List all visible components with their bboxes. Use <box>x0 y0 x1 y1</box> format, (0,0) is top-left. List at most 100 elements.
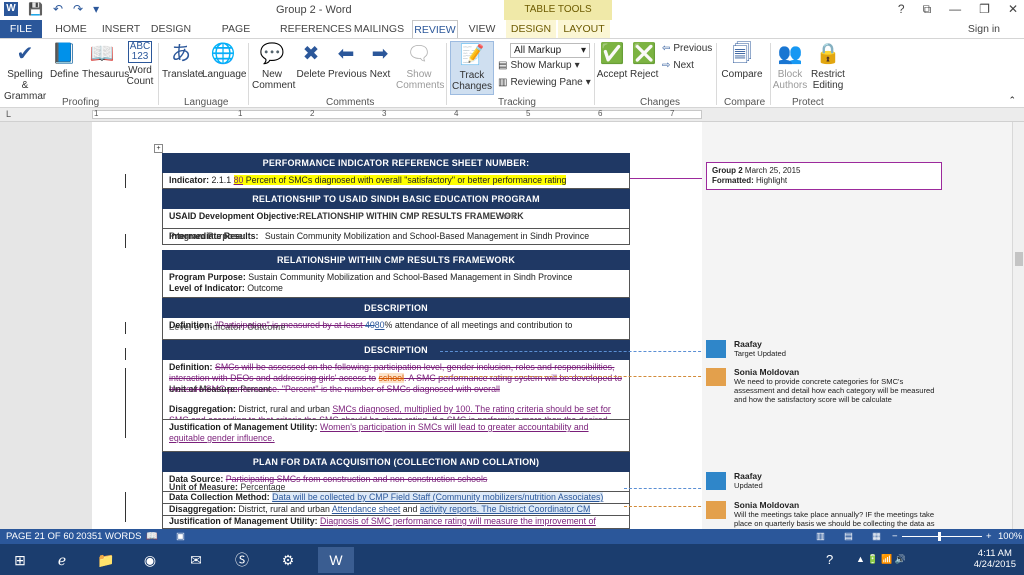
word-app-icon[interactable]: W <box>4 2 18 16</box>
purpose-label: Program Purpose: <box>169 272 246 282</box>
maximize-button[interactable]: ❐ <box>979 2 990 17</box>
usaid-objective-label: USAID Development Objective: <box>169 211 300 221</box>
delete-comment-button[interactable]: ✖ Delete <box>296 41 326 80</box>
tab-references[interactable]: REFERENCES <box>280 20 352 38</box>
file-explorer-icon[interactable]: 📁 <box>88 547 124 573</box>
print-layout-icon[interactable]: ▤ <box>844 531 853 542</box>
row-definition-participation[interactable]: Definition: "Participation" is measured … <box>162 318 630 340</box>
tab-selector-icon[interactable]: L <box>6 109 11 119</box>
unit2-text: Percentage <box>240 482 286 492</box>
display-for-review-select[interactable]: All Markup ▾ <box>510 43 590 58</box>
read-mode-icon[interactable]: ▥ <box>816 531 825 542</box>
page-count[interactable]: PAGE 21 OF 60 <box>6 531 74 542</box>
thesaurus-button[interactable]: 📖 Thesaurus <box>82 41 129 80</box>
table-move-handle-icon[interactable]: + <box>154 144 163 153</box>
accept-button[interactable]: ✅ Accept <box>596 41 628 80</box>
proofing-status-icon[interactable]: 📖 <box>146 531 158 542</box>
previous-change-button[interactable]: ⇦ Previous <box>662 43 712 54</box>
restrict-editing-button[interactable]: 🔒 Restrict Editing <box>810 41 846 91</box>
row-disaggregation[interactable]: Disaggregation: District, rural and urba… <box>162 402 630 420</box>
comment-balloon[interactable]: Sonia Moldovan Will the meetings take pl… <box>706 501 942 528</box>
collapse-ribbon-icon[interactable]: ⌃ <box>1008 95 1016 106</box>
web-layout-icon[interactable]: ▦ <box>872 531 881 542</box>
define-label: Define <box>50 69 79 80</box>
skype-icon[interactable]: Ⓢ <box>224 547 260 573</box>
minimize-button[interactable]: — <box>949 2 961 17</box>
horizontal-ruler[interactable]: L 1 1 2 3 4 5 6 7 <box>0 108 1024 122</box>
help-support-icon[interactable]: ? <box>826 552 833 567</box>
row-justification-2[interactable]: Justification of Management Utility: Dia… <box>162 516 630 529</box>
tab-page-layout[interactable]: PAGE LAYOUT <box>200 20 272 53</box>
reject-label: Reject <box>630 69 659 80</box>
book-icon: 📘 <box>51 43 77 65</box>
row-indicator[interactable]: Indicator: 2.1.1 80 Percent of SMCs diag… <box>162 173 630 189</box>
start-button[interactable]: ⊞ <box>2 547 38 573</box>
language-button[interactable]: 🌐 Language <box>202 41 247 80</box>
row-program-purpose[interactable]: Program Purpose: Sustain Community Mobil… <box>162 270 630 298</box>
row-data-source[interactable]: Data Source: Participating SMCs from con… <box>162 472 630 492</box>
tab-table-layout[interactable]: LAYOUT <box>558 20 610 38</box>
control-panel-icon[interactable]: ⚙ <box>270 547 306 573</box>
word-taskbar-icon[interactable]: W <box>318 547 354 573</box>
sign-in-link[interactable]: Sign in <box>968 23 1000 35</box>
reject-button[interactable]: ❎ Reject <box>630 41 658 80</box>
previous-comment-button[interactable]: ⬅ Previous <box>328 41 367 80</box>
compare-button[interactable]: 🗐 Compare <box>720 41 764 80</box>
tab-table-design[interactable]: DESIGN <box>506 20 556 38</box>
tab-insert[interactable]: INSERT <box>98 20 144 38</box>
zoom-slider[interactable] <box>902 536 982 537</box>
new-comment-button[interactable]: 💬 New Comment <box>252 41 295 91</box>
row-intermediate-results[interactable]: Intermediate Results: Program Purpose: S… <box>162 229 630 245</box>
tab-home[interactable]: HOME <box>48 20 94 38</box>
word-count-button[interactable]: ABC 123 Word Count <box>126 41 154 87</box>
row-usaid-objective[interactable]: USAID Development Objective: RELATIONSHI… <box>162 209 630 229</box>
track-changes-button[interactable]: 📝 Track Changes <box>450 41 494 95</box>
show-comments-button[interactable]: 🗨 Show Comments <box>396 41 444 91</box>
tab-review[interactable]: REVIEW <box>412 20 458 38</box>
ruler-number: 5 <box>526 109 531 118</box>
vertical-scrollbar[interactable] <box>1012 122 1024 529</box>
zoom-level[interactable]: 100% <box>998 531 1022 542</box>
zoom-in-icon[interactable]: + <box>986 531 992 542</box>
ribbon-display-options-button[interactable]: ⧉ <box>923 2 932 17</box>
macro-record-icon[interactable]: ▣ <box>176 531 185 542</box>
spelling-grammar-button[interactable]: ✔ Spelling & Grammar <box>4 41 46 102</box>
group-separator <box>446 43 447 105</box>
row-justification[interactable]: Justification of Management Utility: Wom… <box>162 420 630 452</box>
tray-icons[interactable]: ▲ 🔋 📶 🔊 <box>856 554 906 565</box>
next-change-button[interactable]: ⇨ Next <box>662 60 694 71</box>
reviewing-pane-button[interactable]: ▥ Reviewing Pane ▾ <box>498 77 591 88</box>
row-disaggregation-2[interactable]: Disaggregation: District, rural and urba… <box>162 504 630 516</box>
help-button[interactable]: ? <box>898 2 905 17</box>
row-collection-method[interactable]: Data Collection Method: Data will be col… <box>162 492 630 504</box>
comment-text: Updated <box>734 481 763 490</box>
redo-icon[interactable]: ↷ <box>73 2 83 16</box>
tab-design[interactable]: DESIGN <box>148 20 194 38</box>
document-page[interactable]: + PERFORMANCE INDICATOR REFERENCE SHEET … <box>92 122 702 529</box>
internet-explorer-icon[interactable]: ℯ <box>44 547 80 573</box>
word-count[interactable]: 20351 WORDS <box>76 531 141 542</box>
system-clock[interactable]: 4:11 AM 4/24/2015 <box>974 548 1016 570</box>
show-markup-button[interactable]: ▤ Show Markup ▾ <box>498 60 580 71</box>
zoom-out-icon[interactable]: − <box>892 531 898 542</box>
zoom-slider-thumb[interactable] <box>938 532 941 541</box>
comment-balloon[interactable]: Raafay Updated <box>706 472 942 490</box>
next-comment-button[interactable]: ➡ Next <box>366 41 394 80</box>
define-button[interactable]: 📘 Define <box>50 41 79 80</box>
chevron-down-icon: ▾ <box>574 60 580 71</box>
translate-button[interactable]: あ Translate <box>162 41 203 80</box>
undo-icon[interactable]: ↶ <box>53 2 63 16</box>
tab-file[interactable]: FILE <box>0 20 42 38</box>
customize-qat-icon[interactable]: ▾ <box>93 2 99 16</box>
chrome-icon[interactable]: ◉ <box>132 547 168 573</box>
comment-balloon[interactable]: Sonia Moldovan We need to provide concre… <box>706 368 942 404</box>
outlook-icon[interactable]: ✉ <box>178 547 214 573</box>
tab-mailings[interactable]: MAILINGS <box>352 20 406 38</box>
comment-balloon[interactable]: Raafay Target Updated <box>706 340 942 358</box>
tab-view[interactable]: VIEW <box>462 20 502 38</box>
format-balloon[interactable]: Group 2 March 25, 2015 Formatted: Highli… <box>706 162 942 190</box>
block-authors-button[interactable]: 👥 Block Authors <box>772 41 808 91</box>
save-icon[interactable]: 💾 <box>28 2 43 16</box>
scrollbar-thumb[interactable] <box>1015 252 1023 266</box>
close-button[interactable]: ✕ <box>1008 2 1018 17</box>
